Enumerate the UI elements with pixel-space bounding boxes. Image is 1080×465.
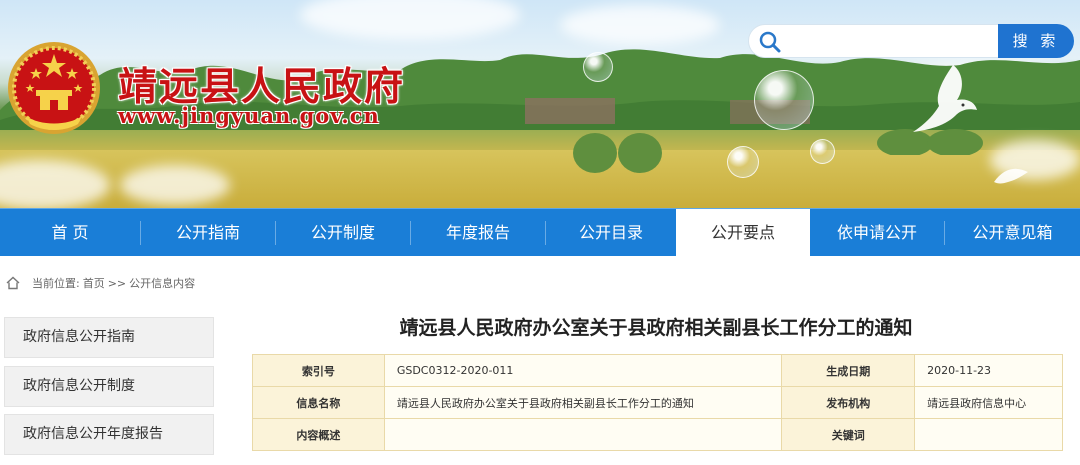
document-meta-table: 索引号 GSDC0312-2020-011 生成日期 2020-11-23 信息… (252, 354, 1063, 451)
index-label: 索引号 (252, 354, 385, 387)
cloud-decoration (560, 5, 720, 45)
cloud-decoration (120, 165, 230, 205)
summary-label: 内容概述 (252, 418, 385, 451)
nav-item-feedback[interactable]: 公开意见箱 (945, 209, 1080, 256)
search-input[interactable] (789, 29, 989, 55)
bubble-decoration (754, 70, 814, 130)
breadcrumb-current: 公开信息内容 (129, 277, 196, 290)
summary-value (383, 418, 783, 451)
search-button[interactable]: 搜 索 (998, 24, 1074, 58)
sidebar-item-annual-report[interactable]: 政府信息公开年度报告 (4, 414, 214, 455)
nav-item-key-points[interactable]: 公开要点 (676, 209, 810, 257)
site-url: www.jingyuan.gov.cn (118, 103, 380, 128)
bubble-decoration (583, 52, 613, 82)
main-nav: 首 页 公开指南 公开制度 年度报告 公开目录 公开要点 依申请公开 公开意见箱 (0, 208, 1080, 257)
table-row: 索引号 GSDC0312-2020-011 生成日期 2020-11-23 (252, 354, 1063, 387)
search-icon (759, 31, 781, 53)
breadcrumb: 当前位置: 首页 >> 公开信息内容 (6, 275, 198, 291)
bubble-decoration (810, 139, 835, 164)
bubble-decoration (727, 146, 759, 178)
name-label: 信息名称 (252, 386, 385, 419)
name-value: 靖远县人民政府办公室关于县政府相关副县长工作分工的通知 (383, 386, 783, 419)
dove-icon (994, 168, 1028, 184)
nav-item-system[interactable]: 公开制度 (276, 209, 410, 256)
home-icon (6, 276, 20, 290)
national-emblem-icon (8, 42, 100, 134)
table-row: 信息名称 靖远县人民政府办公室关于县政府相关副县长工作分工的通知 发布机构 靖远… (252, 386, 1063, 419)
publisher-value: 靖远县政府信息中心 (914, 386, 1063, 419)
cloud-decoration (300, 0, 520, 40)
index-value: GSDC0312-2020-011 (383, 354, 783, 387)
nav-item-guide[interactable]: 公开指南 (141, 209, 275, 256)
publisher-label: 发布机构 (781, 386, 916, 419)
shrubs-illustration (573, 133, 662, 173)
date-value: 2020-11-23 (914, 354, 1063, 387)
document-title: 靖远县人民政府办公室关于县政府相关副县长工作分工的通知 (399, 317, 913, 339)
header-banner: 靖远县人民政府 www.jingyuan.gov.cn 搜 索 (0, 0, 1080, 208)
breadcrumb-prefix: 当前位置: (32, 277, 80, 290)
nav-item-apply[interactable]: 依申请公开 (810, 209, 944, 256)
keywords-label: 关键词 (781, 418, 916, 451)
nav-item-home[interactable]: 首 页 (0, 209, 140, 256)
keywords-value (914, 418, 1063, 451)
nav-item-annual-report[interactable]: 年度报告 (411, 209, 545, 256)
sidebar-item-guide[interactable]: 政府信息公开指南 (4, 317, 214, 358)
breadcrumb-separator: >> (107, 276, 127, 290)
date-label: 生成日期 (781, 354, 916, 387)
breadcrumb-home-link[interactable]: 首页 (83, 275, 105, 291)
nav-item-catalog[interactable]: 公开目录 (546, 209, 676, 256)
table-row: 内容概述 关键词 (252, 418, 1063, 451)
dove-icon (913, 65, 977, 132)
sidebar-item-system[interactable]: 政府信息公开制度 (4, 366, 214, 407)
search-box (748, 24, 1000, 58)
